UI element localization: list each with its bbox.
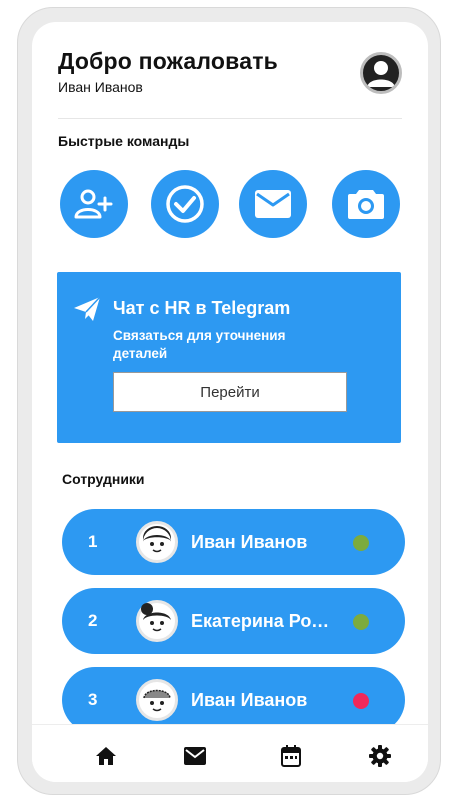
send-icon [73,296,101,327]
employee-number: 2 [88,611,98,630]
calendar-icon [281,745,301,767]
app-screen: Добро пожаловать Иван Иванов Быстрые ком… [32,22,428,782]
check-button[interactable] [151,170,219,238]
employee-number: 1 [88,532,98,551]
nav-settings[interactable] [367,743,393,769]
employee-avatar [136,679,178,721]
employee-name: Иван Иванов [191,690,308,710]
header-divider [58,118,402,119]
page-title: Добро пожаловать [58,48,279,74]
employee-avatar [136,600,178,642]
camera-button[interactable] [332,170,400,238]
check-circle-icon [166,185,204,223]
device-frame: Добро пожаловать Иван Иванов Быстрые ком… [17,7,441,795]
home-icon [96,747,116,765]
employee-row[interactable]: 1 Иван Иванов [62,509,405,575]
account-circle-icon[interactable] [360,52,402,94]
employee-name: Иван Иванов [191,532,308,552]
online-status-indicator [353,535,369,551]
offline-status-indicator [353,693,369,709]
employees-label: Сотрудники [62,471,145,487]
online-status-indicator [353,614,369,630]
employee-row[interactable]: 2 Екатерина Ромашкина [62,588,405,654]
add-user-button[interactable] [60,170,128,238]
telegram-card-description: Связаться для уточнения деталей [113,328,286,361]
quick-actions-label: Быстрые команды [58,133,190,149]
employee-name: Екатерина Ромашкина [191,611,331,631]
mail-button[interactable] [239,170,307,238]
nav-mail[interactable] [182,743,208,769]
header: Добро пожаловать Иван Иванов [58,48,402,118]
mail-icon [255,190,291,218]
telegram-card-title: Чат с HR в Telegram [113,298,291,318]
add-user-icon [74,189,113,219]
nav-calendar[interactable] [278,743,304,769]
camera-icon [348,190,384,219]
nav-home[interactable] [93,743,119,769]
settings-icon [369,745,391,767]
telegram-hr-card: Чат с HR в Telegram Связаться для уточне… [57,272,401,443]
mail-icon [184,747,206,765]
employee-avatar [136,521,178,563]
employee-number: 3 [88,690,98,709]
user-name: Иван Иванов [58,79,143,95]
go-button[interactable]: Перейти [113,372,347,412]
bottom-navigation [32,724,428,782]
